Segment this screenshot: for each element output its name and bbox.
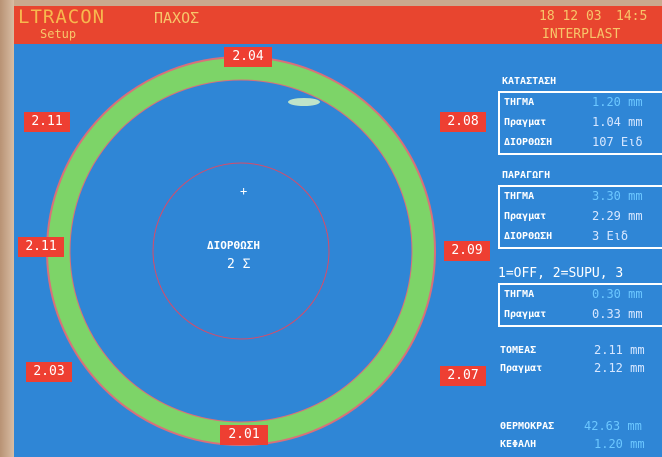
row-label: ΔΙΟΡΘΩΣΗ <box>504 137 553 148</box>
sensor-label-top-left: 2.11 <box>24 112 70 132</box>
ring-glare <box>288 98 320 106</box>
status-title: ΚΑΤΑΣΤΑΣΗ <box>502 76 557 87</box>
row-value: 1.04 mm <box>592 115 643 129</box>
correction-value: 2 Σ <box>227 257 251 272</box>
row-label: ΤΗΓΜΑ <box>504 289 535 300</box>
row-label: ΤΗΓΜΑ <box>504 97 535 108</box>
row-label: Πραγματ <box>504 117 547 128</box>
row-label: ΤΗΓΜΑ <box>504 191 535 202</box>
row-value: 42.63 mm <box>584 419 642 433</box>
row-value: 3.30 mm <box>592 189 643 203</box>
sector-row: ΤΟΜΕΑΣ 2.11 mm <box>500 341 662 361</box>
status-row: ΔΙΟΡΘΩΣΗ 107 Ειδ <box>500 133 662 153</box>
hmi-screen: LTRACON Setup ΠΑΧΟΣ 18 12 03 14:5 INTERP… <box>14 6 662 457</box>
row-label: Πραγματ <box>500 363 543 374</box>
production-panel: ΤΗΓΜΑ 3.30 mm Πραγματ 2.29 mm ΔΙΟΡΘΩΣΗ 3… <box>498 185 662 249</box>
row-value: 0.33 mm <box>592 307 643 321</box>
production-title: ΠΑΡΑΓΩΓΗ <box>502 170 551 181</box>
center-marker: + <box>240 184 247 198</box>
row-label: ΔΙΟΡΘΩΣΗ <box>504 231 553 242</box>
row-label: Πραγματ <box>504 309 547 320</box>
production-row: Πραγματ 2.29 mm <box>500 207 662 227</box>
production-row: ΤΗΓΜΑ 3.30 mm <box>500 187 662 207</box>
status-row: ΤΗΓΜΑ 1.20 mm <box>500 93 662 113</box>
sector-row: Πραγματ 2.12 mm <box>500 359 662 379</box>
row-value: 2.11 mm <box>594 343 645 357</box>
row-label: ΤΟΜΕΑΣ <box>500 345 537 356</box>
row-value: 3 Ειδ <box>592 229 629 243</box>
setpoint-row: ΤΗΓΜΑ 0.30 mm <box>500 285 662 305</box>
mode-selector-hint[interactable]: 1=OFF, 2=SUPU, 3 <box>498 266 623 281</box>
row-value: 1.20 mm <box>592 95 643 109</box>
production-row: ΔΙΟΡΘΩΣΗ 3 Ειδ <box>500 227 662 247</box>
row-value: 1.20 mm <box>594 437 645 451</box>
status-row: Πραγματ 1.04 mm <box>500 113 662 133</box>
sensor-label-mid-right: 2.09 <box>444 241 490 261</box>
sensor-label-bottom: 2.01 <box>220 425 268 445</box>
status-panel: ΤΗΓΜΑ 1.20 mm Πραγματ 1.04 mm ΔΙΟΡΘΩΣΗ 1… <box>498 91 662 155</box>
sensor-label-top: 2.04 <box>224 47 272 67</box>
monitor-bezel <box>0 0 14 457</box>
sensor-label-mid-left: 2.11 <box>18 237 64 257</box>
row-label: ΚΕΦΑΛΗ <box>500 439 537 450</box>
row-value: 2.12 mm <box>594 361 645 375</box>
setpoint-row: Πραγματ 0.33 mm <box>500 305 662 325</box>
row-label: ΘΕΡΜΟΚΡΑΣ <box>500 421 555 432</box>
sensor-label-bottom-left: 2.03 <box>26 362 72 382</box>
thermal-row: ΘΕΡΜΟΚΡΑΣ 42.63 mm <box>500 417 662 437</box>
correction-title: ΔΙΟΡΘΩΣΗ <box>207 239 260 252</box>
sensor-label-bottom-right: 2.07 <box>440 366 486 386</box>
row-label: Πραγματ <box>504 211 547 222</box>
sensor-label-top-right: 2.08 <box>440 112 486 132</box>
thermal-row: ΚΕΦΑΛΗ 1.20 mm <box>500 435 662 455</box>
row-value: 2.29 mm <box>592 209 643 223</box>
setpoint-panel: ΤΗΓΜΑ 0.30 mm Πραγματ 0.33 mm <box>498 283 662 327</box>
row-value: 107 Ειδ <box>592 135 643 149</box>
row-value[interactable]: 0.30 mm <box>592 287 643 301</box>
